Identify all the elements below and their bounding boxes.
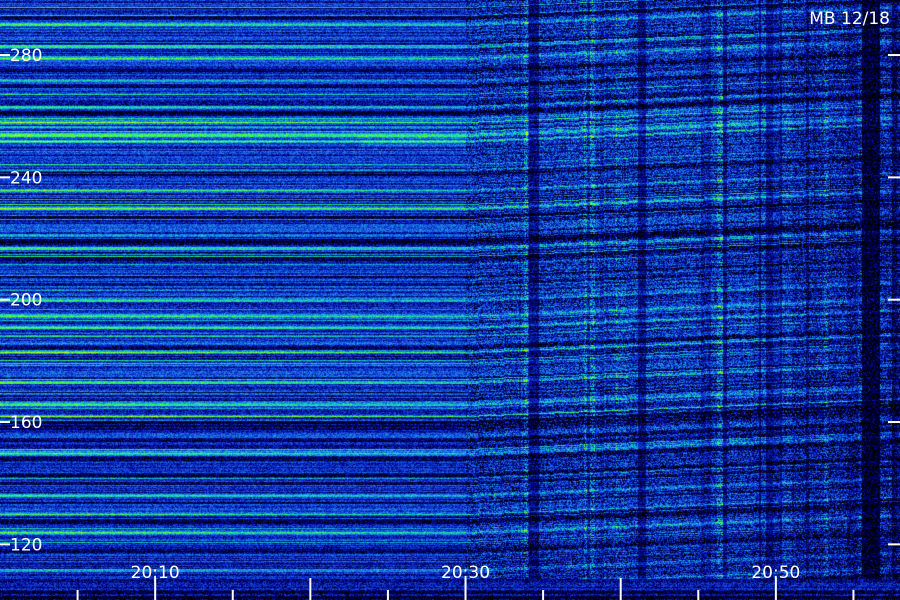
y-tick-label: 240 <box>10 168 42 188</box>
y-tick-label: 160 <box>10 413 42 433</box>
y-tick-label: 120 <box>10 535 42 555</box>
x-axis: 20:10 20:30 20:50 <box>76 563 855 600</box>
y-tick-label: 280 <box>10 46 42 66</box>
y-axis: 280 240 200 160 120 <box>0 46 900 555</box>
y-tick-label: 200 <box>10 291 42 311</box>
chart-title: MB 12/18 <box>809 9 890 29</box>
chart-overlay: MB 12/18 280 240 200 160 120 20:10 20:30 20:50 <box>0 9 900 600</box>
